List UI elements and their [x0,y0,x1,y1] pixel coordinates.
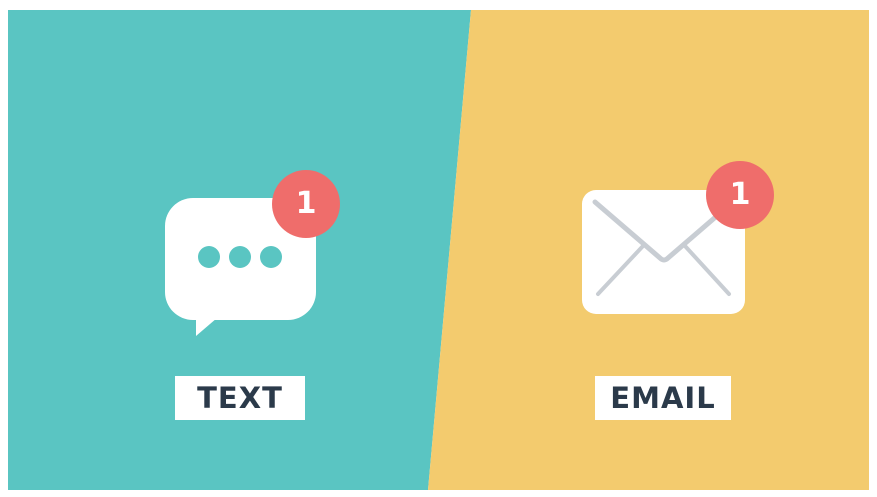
email-notification-badge: 1 [706,161,774,229]
email-label: EMAIL [595,376,731,420]
split-background [0,0,877,497]
typing-dot-3 [260,246,282,268]
typing-dot-1 [198,246,220,268]
text-label: TEXT [175,376,305,420]
text-notification-badge: 1 [272,170,340,238]
typing-dot-2 [229,246,251,268]
